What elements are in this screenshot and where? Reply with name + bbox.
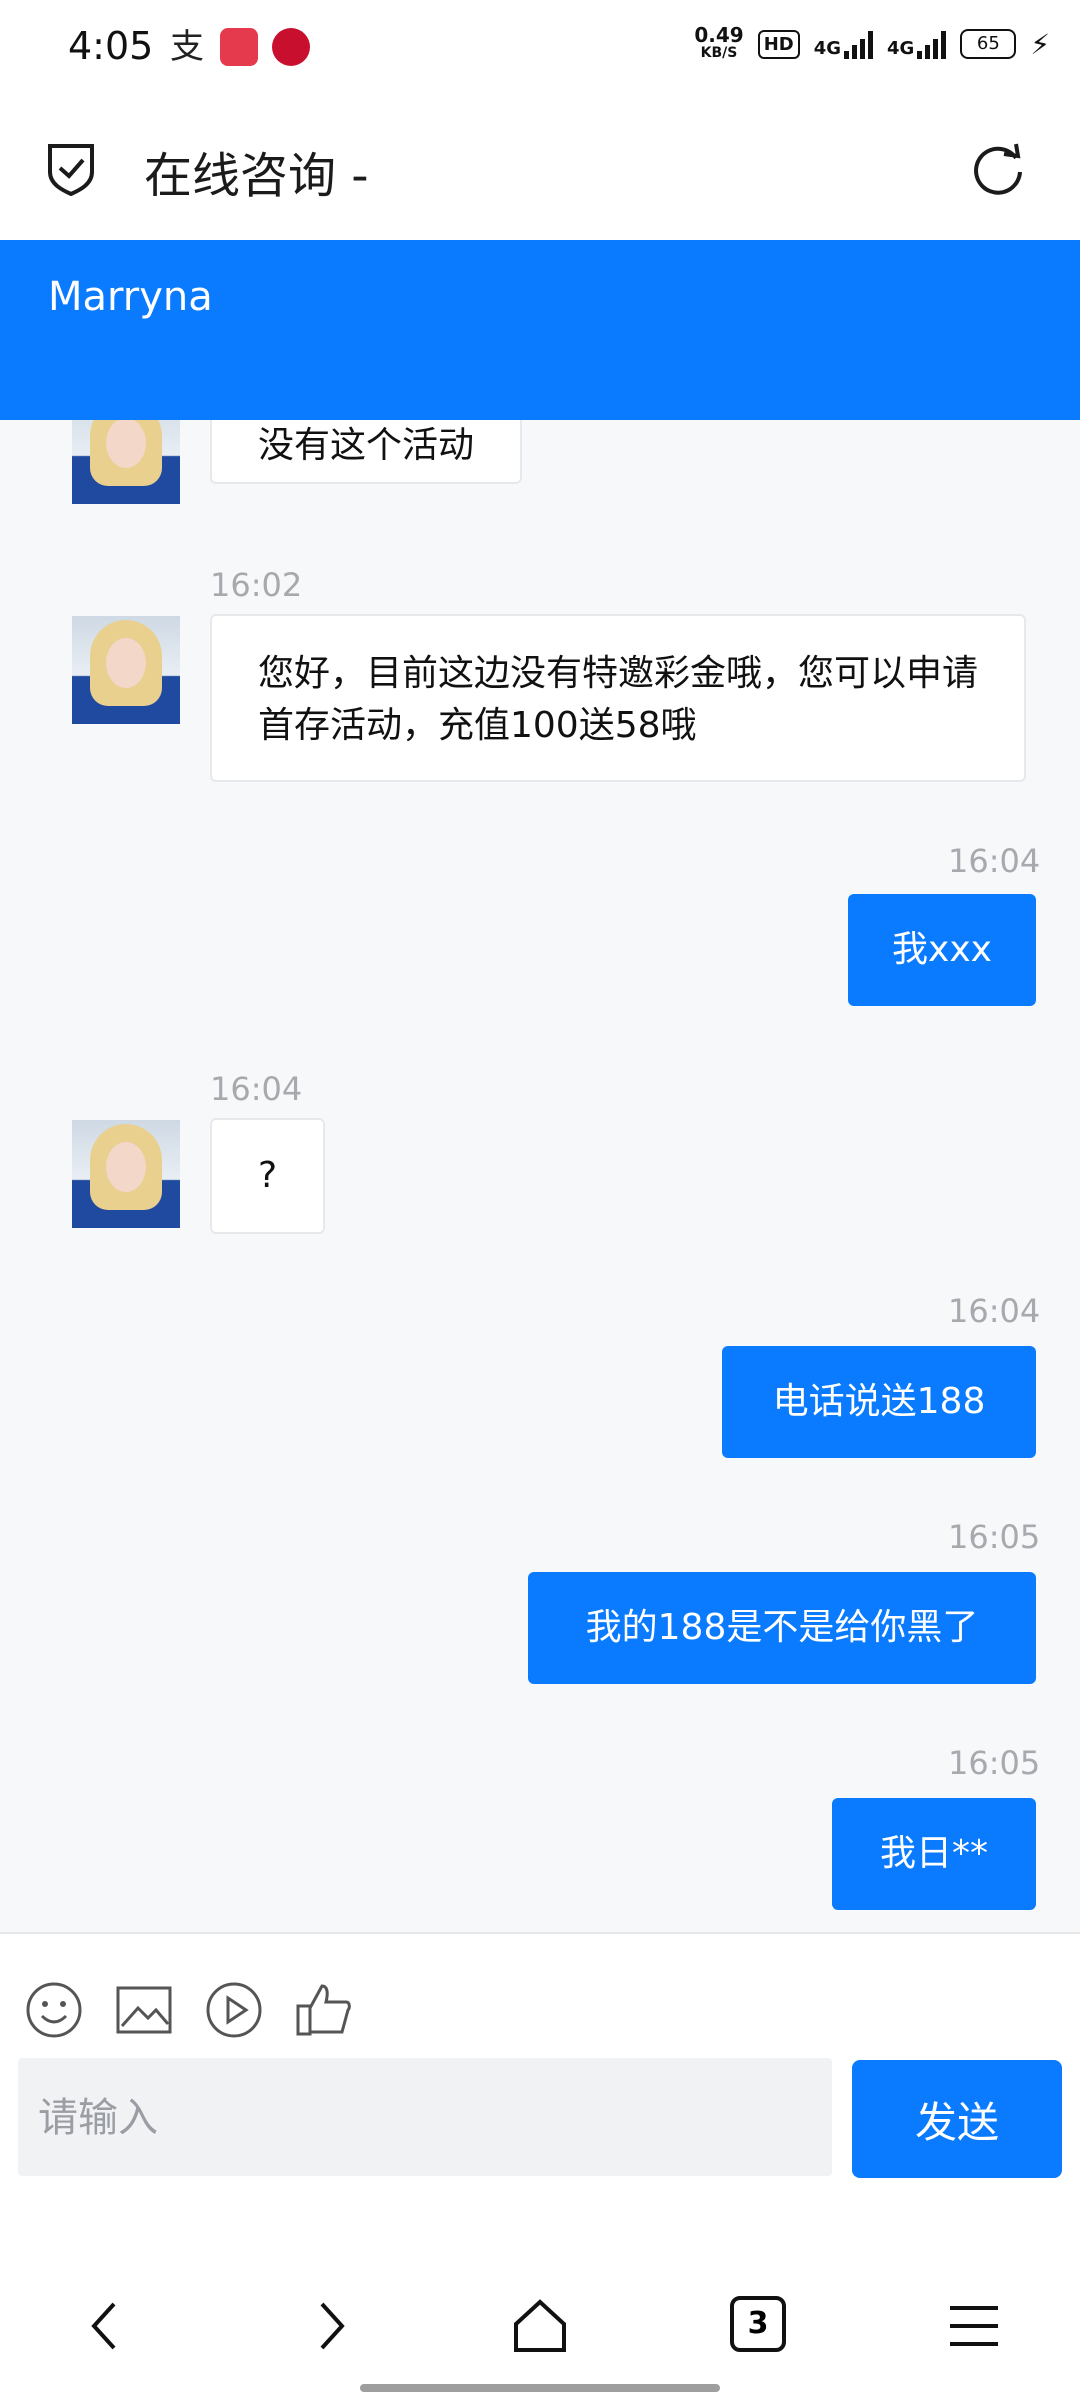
- page-title: 在线咨询 -: [144, 148, 369, 204]
- agent-header: Marryna: [0, 240, 1080, 420]
- message-bubble-right: 我的188是不是给你黑了: [528, 1572, 1036, 1684]
- agent-name: Marryna: [48, 274, 213, 320]
- message-bubble-left: 您好，目前这边没有特邀彩金哦，您可以申请首存活动，充值100送58哦: [210, 614, 1026, 782]
- refresh-icon[interactable]: [970, 140, 1026, 196]
- message-bubble-left: ?: [210, 1118, 326, 1234]
- message-input-box[interactable]: [18, 2058, 832, 2178]
- charging-icon: ⚡: [1030, 27, 1050, 61]
- forward-icon[interactable]: [300, 2296, 360, 2356]
- status-bar: 4:05 支 0.49 KB/S HD 4G 4G 65 ⚡: [0, 0, 1080, 96]
- hd-icon: HD: [757, 29, 800, 59]
- message-bubble-right: 我日**: [832, 1798, 1036, 1910]
- signal-1-icon: 4G: [814, 29, 874, 59]
- message-bubble-right: 电话说送188: [722, 1346, 1036, 1458]
- agent-avatar: [72, 1120, 180, 1228]
- battery-icon: 65: [960, 29, 1017, 59]
- emoji-icon[interactable]: [24, 1980, 84, 2040]
- app-icon: [220, 28, 258, 66]
- message-bubble-right: 我xxx: [848, 894, 1036, 1006]
- message-bubble-left: 没有这个活动: [210, 420, 523, 484]
- message-time: 16:04: [210, 1070, 303, 1108]
- shield-check-icon: [48, 144, 94, 196]
- alipay-icon: 支: [168, 27, 206, 67]
- browser-nav: 3: [0, 2250, 1080, 2400]
- back-icon[interactable]: [76, 2296, 136, 2356]
- bank-icon: [272, 28, 310, 66]
- agent-avatar: [72, 616, 180, 724]
- send-button[interactable]: 发送: [852, 2060, 1062, 2178]
- message-time: 16:02: [210, 566, 303, 604]
- title-bar: 在线咨询 -: [0, 96, 1080, 240]
- message-time: 16:04: [948, 842, 1041, 880]
- agent-avatar: [72, 420, 180, 504]
- home-icon[interactable]: [510, 2296, 570, 2356]
- gesture-handle: [360, 2384, 720, 2392]
- message-time: 16:05: [948, 1518, 1041, 1556]
- network-speed: 0.49 KB/S: [694, 23, 744, 61]
- message-time: 16:04: [948, 1292, 1041, 1330]
- message-input[interactable]: [18, 2058, 820, 2178]
- signal-2-icon: 4G: [887, 29, 947, 59]
- composer-toolbar: [0, 1932, 1080, 2054]
- status-time: 4:05: [68, 24, 154, 68]
- thumbs-up-icon[interactable]: [294, 1980, 354, 2040]
- menu-icon[interactable]: [944, 2296, 1004, 2356]
- tabs-button[interactable]: 3: [730, 2296, 786, 2352]
- message-time: 16:05: [948, 1744, 1041, 1782]
- chat-area[interactable]: 没有这个活动 16:02 您好，目前这边没有特邀彩金哦，您可以申请首存活动，充值…: [0, 420, 1080, 1932]
- image-icon[interactable]: [114, 1980, 174, 2040]
- video-icon[interactable]: [204, 1980, 264, 2040]
